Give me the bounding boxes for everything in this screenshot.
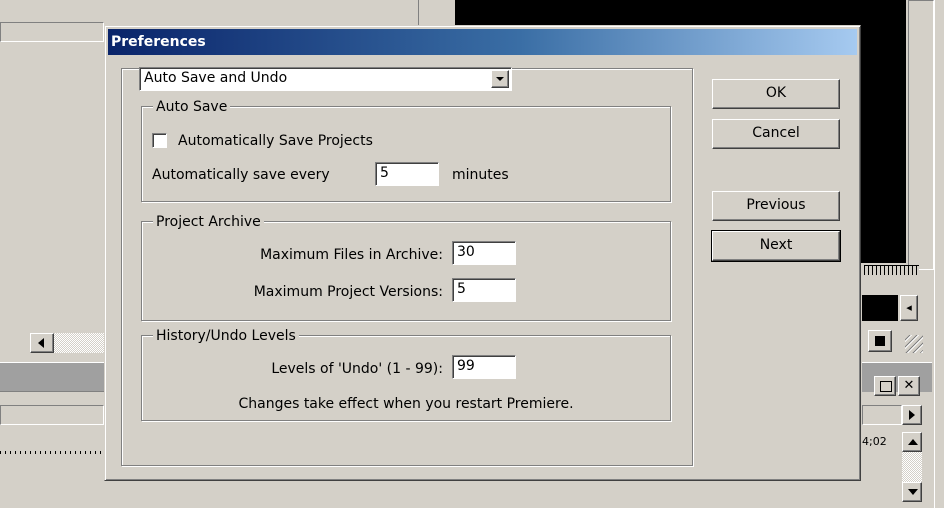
right-panel-edge [908, 0, 934, 270]
next-button[interactable]: Next [711, 230, 841, 262]
project-archive-legend: Project Archive [153, 213, 264, 231]
history-undo-legend: History/Undo Levels [153, 327, 299, 345]
category-select[interactable]: Auto Save and Undo [139, 67, 512, 91]
auto-save-interval-field[interactable]: 5 [375, 162, 439, 186]
auto-save-every-label: Automatically save every [152, 167, 330, 183]
left-panel-top [0, 22, 104, 42]
time-ruler-left [0, 440, 104, 454]
undo-levels-field[interactable]: 99 [452, 355, 516, 379]
close-icon[interactable]: ✕ [898, 376, 920, 396]
category-select-value: Auto Save and Undo [144, 70, 288, 86]
volume-bar [862, 295, 898, 321]
scroll-down-button[interactable] [902, 482, 922, 502]
max-versions-field[interactable]: 5 [452, 278, 516, 302]
timeline-strip-right [862, 405, 902, 425]
auto-save-checkbox[interactable] [152, 133, 167, 148]
timecode-label: 4;02 [862, 435, 887, 448]
auto-save-group [141, 106, 671, 202]
max-versions-label: Maximum Project Versions: [253, 284, 443, 300]
scroll-up-button[interactable] [902, 432, 922, 452]
ruler [864, 265, 919, 275]
timeline-header [0, 362, 104, 392]
video-monitor [455, 0, 906, 25]
monitor-panel [418, 0, 436, 25]
ok-button[interactable]: OK [712, 79, 840, 109]
safe-margin-icon[interactable] [868, 330, 892, 352]
vertical-scroll-track[interactable] [902, 452, 922, 482]
minutes-label: minutes [452, 167, 509, 183]
cancel-button[interactable]: Cancel [712, 119, 840, 149]
previous-button[interactable]: Previous [712, 191, 840, 221]
preferences-dialog: Preferences Auto Save and Undo Auto Save… [104, 25, 861, 481]
scrollbar-track[interactable] [54, 333, 104, 353]
scroll-left-button[interactable] [30, 333, 54, 353]
auto-save-checkbox-label[interactable]: Automatically Save Projects [178, 132, 373, 150]
play-forward-button[interactable] [902, 405, 922, 425]
max-files-label: Maximum Files in Archive: [260, 247, 443, 263]
timeline-strip-left [0, 405, 104, 425]
speaker-icon[interactable]: ◂ [900, 295, 918, 321]
max-files-field[interactable]: 30 [452, 241, 516, 265]
undo-levels-label: Levels of 'Undo' (1 - 99): [271, 361, 443, 377]
video-monitor-right [861, 25, 906, 263]
dialog-title[interactable]: Preferences [108, 29, 857, 55]
project-archive-group [141, 221, 671, 321]
timeline-header-right [862, 362, 932, 392]
restart-note: Changes take effect when you restart Pre… [238, 396, 574, 412]
restore-button[interactable] [874, 376, 896, 396]
right-edge-strip [934, 0, 944, 508]
chevron-down-icon[interactable] [491, 70, 509, 88]
resize-grip-icon [905, 335, 923, 353]
auto-save-legend: Auto Save [153, 98, 231, 116]
